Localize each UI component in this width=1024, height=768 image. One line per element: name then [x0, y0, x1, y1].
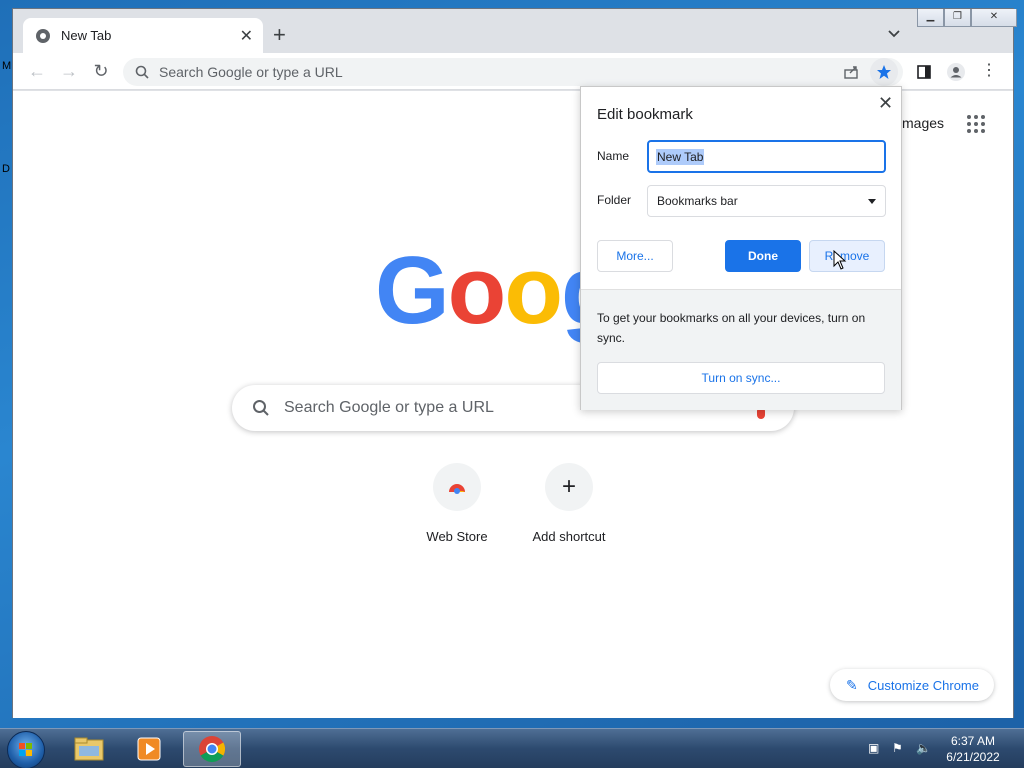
- clock-time: 6:37 AM: [950, 734, 996, 748]
- address-bar-placeholder: Search Google or type a URL: [159, 64, 343, 80]
- remove-button[interactable]: Remove: [809, 240, 885, 272]
- folder-select-value: Bookmarks bar: [657, 194, 738, 208]
- share-icon[interactable]: [844, 65, 860, 79]
- sync-promo: To get your bookmarks on all your device…: [581, 289, 901, 410]
- name-label: Name: [597, 149, 630, 163]
- plus-icon: +: [545, 463, 593, 511]
- taskbar-media-player[interactable]: [120, 731, 178, 767]
- close-window-button[interactable]: ✕: [971, 9, 1017, 27]
- tab-close-icon[interactable]: ✕: [240, 26, 253, 46]
- taskbar-clock[interactable]: 6:37 AM 6/21/2022: [940, 733, 1006, 765]
- address-bar[interactable]: Search Google or type a URL: [123, 58, 903, 86]
- mouse-cursor-icon: [833, 250, 847, 270]
- customize-label: Customize Chrome: [867, 677, 979, 693]
- maximize-button[interactable]: ❐: [944, 9, 971, 27]
- done-button[interactable]: Done: [725, 240, 801, 272]
- shortcut-add[interactable]: + Add shortcut: [513, 463, 625, 544]
- explorer-icon: [74, 737, 104, 761]
- new-tab-button[interactable]: +: [273, 24, 286, 46]
- window-controls: ▁ ❐ ✕: [917, 9, 1017, 27]
- title-bar: New Tab ✕ + ▁ ❐ ✕: [13, 9, 1017, 53]
- start-button[interactable]: [7, 731, 45, 768]
- shortcut-label: Web Store: [426, 529, 488, 544]
- customize-chrome-button[interactable]: ✎ Customize Chrome: [830, 669, 994, 701]
- folder-label: Folder: [597, 193, 632, 207]
- search-icon: [253, 400, 269, 416]
- clock-date: 6/21/2022: [946, 750, 1000, 764]
- chrome-icon: [199, 736, 226, 763]
- action-center-icon[interactable]: ⚑: [892, 741, 906, 755]
- dropdown-caret-icon: [868, 198, 876, 204]
- google-apps-icon[interactable]: [967, 115, 985, 133]
- tab-search-chevron-icon[interactable]: [887, 27, 901, 41]
- search-icon: [135, 65, 149, 79]
- browser-toolbar: ← → ↻ Search Google or type a URL ⋮: [13, 53, 1013, 90]
- close-icon[interactable]: ✕: [878, 93, 893, 114]
- bookmark-star-button[interactable]: [870, 58, 898, 86]
- shortcut-web-store[interactable]: Web Store: [401, 463, 513, 544]
- side-panel-icon[interactable]: [917, 65, 931, 79]
- back-arrow-icon[interactable]: ←: [27, 62, 47, 82]
- dialog-title: Edit bookmark: [597, 106, 693, 123]
- pencil-icon: ✎: [846, 676, 858, 693]
- volume-icon[interactable]: 🔈: [916, 741, 931, 755]
- desktop-icon-label: D: [2, 163, 10, 175]
- web-store-icon: [433, 463, 481, 511]
- forward-arrow-icon[interactable]: →: [59, 62, 79, 82]
- folder-select[interactable]: Bookmarks bar: [647, 185, 886, 217]
- turn-on-sync-button[interactable]: Turn on sync...: [597, 362, 885, 394]
- taskbar: ▣ ⚑ 🔈 6:37 AM 6/21/2022: [0, 728, 1024, 768]
- profile-avatar-icon[interactable]: [947, 63, 965, 81]
- shortcut-label: Add shortcut: [532, 529, 606, 544]
- sync-promo-text: To get your bookmarks on all your device…: [597, 311, 866, 345]
- reload-icon[interactable]: ↻: [91, 62, 111, 82]
- chrome-favicon-icon: [36, 28, 50, 43]
- edit-bookmark-dialog: Edit bookmark ✕ Name New Tab Folder Book…: [580, 86, 902, 410]
- tab-new-tab[interactable]: New Tab ✕: [23, 18, 263, 53]
- star-icon: [877, 65, 891, 79]
- tab-title: New Tab: [61, 28, 112, 43]
- taskbar-explorer[interactable]: [60, 731, 118, 767]
- ntp-search-placeholder: Search Google or type a URL: [284, 399, 494, 416]
- taskbar-chrome[interactable]: [183, 731, 241, 767]
- windows-logo-icon: [19, 743, 32, 756]
- media-player-icon: [137, 737, 161, 761]
- more-button[interactable]: More...: [597, 240, 673, 272]
- kebab-menu-icon[interactable]: ⋮: [979, 62, 999, 82]
- desktop-icon-label: M: [2, 60, 12, 72]
- bookmark-name-value: New Tab: [656, 148, 705, 165]
- images-link[interactable]: mages: [902, 115, 944, 131]
- minimize-button[interactable]: ▁: [917, 9, 944, 27]
- network-icon[interactable]: ▣: [868, 741, 882, 755]
- bookmark-name-input[interactable]: New Tab: [647, 140, 886, 173]
